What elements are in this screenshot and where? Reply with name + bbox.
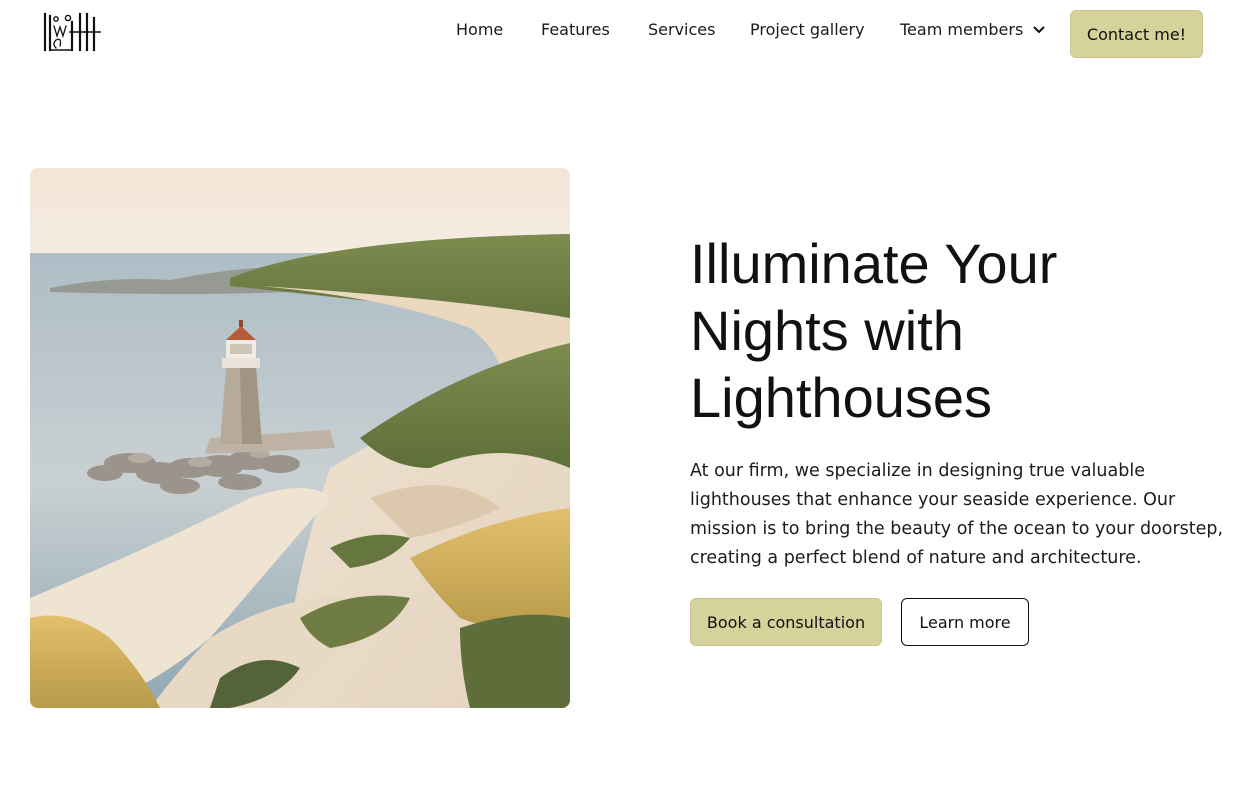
hero-image <box>30 168 570 708</box>
site-logo[interactable] <box>42 12 102 52</box>
nav-team-members-label: Team members <box>900 20 1024 39</box>
hero-title-line-2: Nights with <box>690 299 964 362</box>
chevron-down-icon <box>1033 26 1045 33</box>
hero-title-line-1: Illuminate Your <box>690 232 1058 295</box>
nav-home[interactable]: Home <box>456 20 503 39</box>
nav-team-members-dropdown[interactable]: Team members <box>900 20 1045 39</box>
contact-me-button[interactable]: Contact me! <box>1070 10 1203 58</box>
nav-services[interactable]: Services <box>648 20 715 39</box>
book-consultation-button[interactable]: Book a consultation <box>690 598 882 646</box>
nav-features[interactable]: Features <box>541 20 610 39</box>
hero-title: Illuminate Your Nights with Lighthouses <box>690 230 1210 431</box>
nav-project-gallery[interactable]: Project gallery <box>750 20 865 39</box>
hero-title-line-3: Lighthouses <box>690 366 993 429</box>
learn-more-button[interactable]: Learn more <box>901 598 1029 646</box>
lighthouse-coast-illustration <box>30 168 570 708</box>
hero-description: At our firm, we specialize in designing … <box>690 461 1224 568</box>
lighthouse-monogram-logo-icon <box>43 12 101 52</box>
